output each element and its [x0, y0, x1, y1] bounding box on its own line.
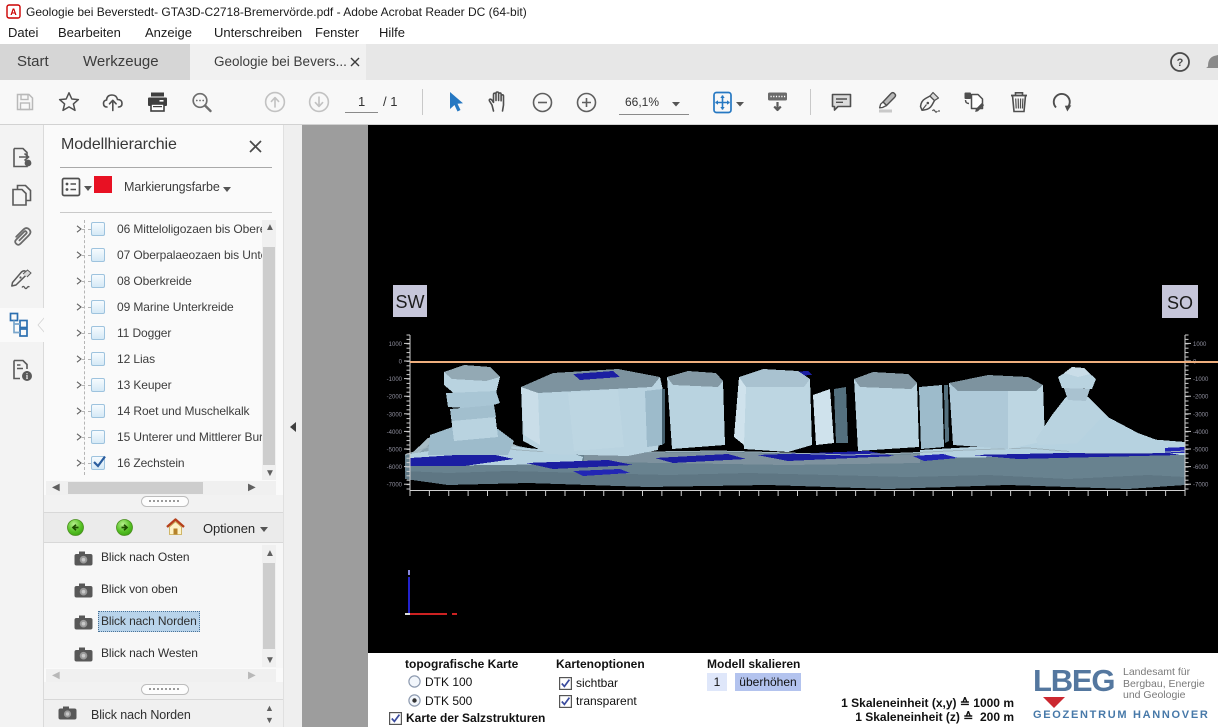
svg-text:1000: 1000: [1193, 342, 1207, 348]
svg-text:-1000: -1000: [1193, 377, 1209, 383]
svg-text:-4000: -4000: [1193, 430, 1209, 436]
svg-text:-1000: -1000: [387, 377, 403, 383]
svg-text:-2000: -2000: [387, 395, 403, 401]
svg-text:?: ?: [1177, 57, 1184, 69]
svg-text:SW: SW: [396, 292, 425, 312]
svg-text:-2000: -2000: [1193, 395, 1209, 401]
svg-text:-7000: -7000: [1193, 483, 1209, 489]
svg-text:-6000: -6000: [1193, 465, 1209, 471]
svg-text:-7000: -7000: [387, 483, 403, 489]
svg-text:-3000: -3000: [387, 412, 403, 418]
svg-text:-5000: -5000: [387, 448, 403, 454]
svg-text:-5000: -5000: [1193, 448, 1209, 454]
svg-text:0: 0: [399, 360, 403, 366]
svg-text:1000: 1000: [389, 342, 403, 348]
svg-text:A: A: [10, 7, 17, 17]
svg-text:-4000: -4000: [387, 430, 403, 436]
svg-text:-6000: -6000: [387, 465, 403, 471]
svg-text:SO: SO: [1167, 293, 1193, 313]
svg-text:-3000: -3000: [1193, 412, 1209, 418]
